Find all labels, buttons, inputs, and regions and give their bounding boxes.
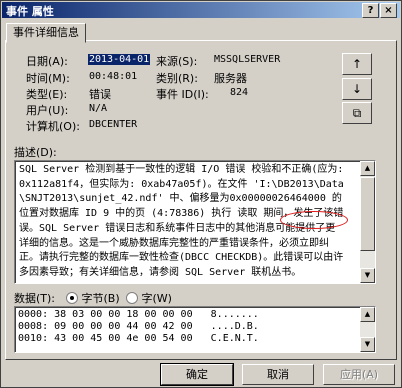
apply-button[interactable]: 应用(A) (323, 364, 395, 385)
data-label: 数据(T): (14, 292, 56, 305)
data-row: 0010: 43 00 45 00 4e 00 54 00 C.E.N.T. (18, 333, 259, 344)
category-value: 服务器 (214, 72, 247, 85)
scroll-up-arrow-icon[interactable]: ▲ (360, 161, 375, 176)
computer-label: 计算机(O): (26, 120, 80, 133)
source-value: MSSQLSERVER (214, 54, 281, 65)
words-radio[interactable]: 字(W) (126, 290, 172, 306)
event-id-value: 824 (230, 87, 249, 98)
scroll-thumb[interactable] (360, 177, 375, 251)
previous-event-button[interactable]: ↑ (342, 53, 372, 75)
description-label: 描述(D): (14, 146, 57, 159)
time-label: 时间(M): (26, 72, 70, 85)
date-label: 日期(A): (26, 55, 68, 68)
date-value[interactable]: 2013-04-01 (88, 54, 151, 65)
tab-event-details[interactable]: 事件详细信息 (6, 23, 86, 43)
words-radio-label: 字(W) (141, 292, 172, 305)
user-label: 用户(U): (26, 104, 69, 117)
type-label: 类型(E): (26, 88, 68, 101)
bytes-radio-icon (66, 292, 78, 304)
description-scrollbar[interactable]: ▲ ▼ (360, 161, 375, 283)
next-event-button[interactable]: ↓ (342, 78, 372, 100)
arrow-up-icon: ↑ (351, 57, 363, 71)
cancel-button[interactable]: 取消 (242, 364, 314, 385)
window-title: 事件 属性 (6, 5, 54, 18)
help-button[interactable]: ? (362, 3, 379, 18)
highlight-circle (280, 211, 348, 229)
copy-icon: ⧉ (352, 106, 362, 120)
arrow-down-icon: ↓ (351, 82, 363, 96)
description-text-after: 0x00000026464000 的位置对数据库 ID 9 中的页 (4:783… (19, 193, 344, 278)
data-textbox[interactable]: 0000: 38 03 00 00 18 00 00 00 8....... 00… (14, 306, 376, 353)
data-hex-dump: 0000: 38 03 00 00 18 00 00 00 8....... 00… (18, 309, 259, 345)
description-textbox[interactable]: SQL Server 检测到基于一致性的逻辑 I/O 错误 校验和不正确(应为:… (14, 160, 376, 284)
data-scroll-down-arrow-icon[interactable]: ▼ (360, 337, 375, 352)
scroll-down-arrow-icon[interactable]: ▼ (360, 268, 375, 283)
source-label: 来源(S): (156, 55, 198, 68)
data-row: 0008: 09 00 00 00 44 00 42 00 ....D.B. (18, 321, 259, 332)
computer-value: DBCENTER (89, 119, 138, 130)
ok-button[interactable]: 确定 (160, 363, 234, 386)
data-scrollbar[interactable]: ▲ ▼ (360, 307, 375, 352)
bytes-radio-label: 字节(B) (81, 292, 120, 305)
category-label: 类别(R): (156, 72, 198, 85)
data-scroll-up-arrow-icon[interactable]: ▲ (360, 307, 375, 322)
bytes-radio[interactable]: 字节(B) (66, 290, 120, 306)
event-properties-window: 事件 属性 ? × 事件详细信息 日期(A): 2013-04-01 来源(S)… (0, 0, 402, 388)
title-bar[interactable]: 事件 属性 ? × (2, 2, 400, 18)
user-value: N/A (89, 103, 108, 114)
copy-button[interactable]: ⧉ (342, 102, 372, 124)
event-id-label: 事件 ID(I): (156, 88, 209, 101)
close-button[interactable]: × (380, 3, 397, 18)
data-row: 0000: 38 03 00 00 18 00 00 00 8....... (18, 309, 259, 320)
description-text-highlight: 偏移量为 (189, 193, 230, 205)
time-value: 00:48:01 (89, 71, 138, 82)
words-radio-icon (126, 292, 138, 304)
details-panel: 日期(A): 2013-04-01 来源(S): MSSQLSERVER 时间(… (5, 40, 397, 360)
type-value: 错误 (89, 88, 111, 101)
